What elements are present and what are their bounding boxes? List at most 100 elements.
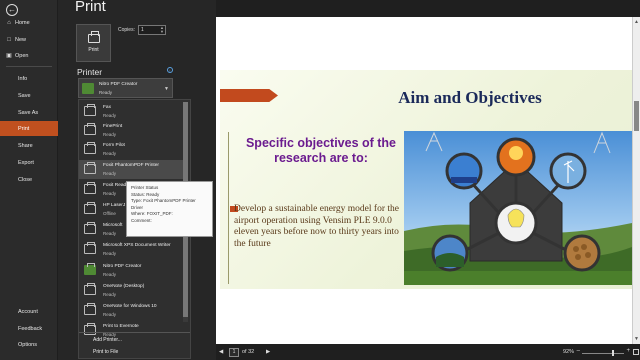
prev-page-icon[interactable]: ◀: [219, 349, 223, 355]
printer-name: Foxit PhantomPDF Printer: [103, 163, 159, 168]
nav-divider: [6, 66, 52, 67]
printer-item[interactable]: Foxit PhantomPDF Printer Ready: [79, 160, 183, 179]
energy-diagram-image: [404, 131, 632, 285]
info-icon[interactable]: i: [167, 67, 173, 73]
print-preview: Aim and Objectives Specific objectives o…: [216, 0, 640, 360]
print-button-label: Print: [88, 46, 99, 53]
printer-item[interactable]: Fax Ready: [79, 102, 183, 121]
printer-name: Form Pilot: [103, 143, 125, 148]
copies-stepper[interactable]: 1 ▲ ▼: [138, 25, 166, 35]
printer-item[interactable]: OneNote for Windows 10 Ready: [79, 301, 183, 320]
printer-name: Print to Evernote: [103, 324, 139, 329]
nav-save-label: Save: [18, 92, 31, 99]
fit-to-page-icon[interactable]: [633, 349, 639, 355]
printer-icon: [84, 182, 96, 194]
accent-line: [228, 132, 229, 284]
fax-icon: [84, 104, 96, 116]
nav-info[interactable]: Info: [0, 71, 58, 86]
slide-subtitle: Specific objectives of the research are …: [245, 136, 397, 165]
zoom-slider-thumb[interactable]: [612, 350, 614, 356]
tooltip-line: Type: Foxit PhantomPDF Printer: [131, 198, 196, 204]
scroll-down-icon[interactable]: ▼: [634, 336, 639, 342]
nav-account[interactable]: Account: [0, 304, 58, 319]
selected-printer-status: Ready: [99, 90, 113, 95]
nav-home-label: Home: [15, 19, 30, 26]
nav-open-label: Open: [15, 52, 29, 59]
nav-print-label: Print: [18, 125, 30, 132]
nav-account-label: Account: [18, 308, 38, 315]
nav-share[interactable]: Share: [0, 138, 58, 153]
zoom-slider[interactable]: [582, 353, 624, 354]
preview-scrollbar[interactable]: ▲ ▼: [632, 17, 640, 344]
stepper-arrows-icon[interactable]: ▲ ▼: [160, 26, 164, 34]
nav-new-label: New: [15, 36, 27, 43]
nav-save-as-label: Save As: [18, 109, 39, 116]
printer-icon: [84, 263, 96, 275]
printer-status: Ready: [103, 132, 117, 137]
zoom-out-icon[interactable]: –: [577, 348, 580, 354]
selected-printer-name: Nitro PDF Creator: [99, 82, 138, 87]
printer-select[interactable]: Nitro PDF Creator Ready ▼: [78, 78, 173, 98]
printer-status: Ready: [103, 312, 117, 317]
nav-save[interactable]: Save: [0, 88, 58, 103]
printer-name: OneNote for Windows 10: [103, 304, 157, 309]
nav-save-as[interactable]: Save As: [0, 105, 58, 120]
preview-page: Aim and Objectives Specific objectives o…: [216, 17, 640, 344]
page-title: Print: [75, 0, 106, 15]
printer-heading: Printer: [77, 67, 103, 77]
nav-home[interactable]: ⌂ Home: [0, 15, 58, 30]
tooltip-line: Driver: [131, 204, 143, 210]
page-navigator: ◀ 1 of 32 ▶ 92% – +: [216, 346, 640, 360]
print-to-file-option[interactable]: Print to File: [93, 349, 118, 355]
printer-item[interactable]: Microsoft XPS Document Writer Ready: [79, 240, 183, 259]
printer-icon: [84, 303, 96, 315]
printer-status: Ready: [103, 171, 117, 176]
printer-icon: [84, 123, 96, 135]
printer-item[interactable]: OneNote (Desktop) Ready: [79, 281, 183, 300]
zoom-level: 92%: [562, 349, 574, 355]
printer-icon: [84, 202, 96, 214]
printer-status: Ready: [103, 272, 117, 277]
slide-title: Aim and Objectives: [398, 88, 542, 107]
nav-export[interactable]: Export: [0, 155, 58, 170]
backstage-nav: ← ⌂ Home □ New ▣ Open Info Save Save As …: [0, 0, 58, 360]
printer-item[interactable]: Nitro PDF Creator Ready: [79, 261, 183, 280]
printer-item[interactable]: Form Pilot Ready: [79, 140, 183, 159]
nav-close-label: Close: [18, 176, 33, 183]
nav-new[interactable]: □ New: [0, 32, 58, 47]
copies-value: 1: [141, 27, 144, 33]
nav-print[interactable]: Print: [0, 121, 58, 136]
printer-name: OneNote (Desktop): [103, 284, 145, 289]
printer-status-tooltip: Printer Status Status: Ready Type: Foxit…: [126, 181, 213, 237]
scroll-up-icon[interactable]: ▲: [634, 19, 639, 25]
nav-options-label: Options: [18, 341, 37, 348]
printer-status: Ready: [103, 191, 117, 196]
page-number-input[interactable]: 1: [229, 348, 239, 357]
printer-status: Ready: [103, 151, 117, 156]
printer-icon: [84, 162, 96, 174]
nav-options[interactable]: Options: [0, 337, 58, 352]
printer-icon: [84, 283, 96, 295]
slide-preview: Aim and Objectives Specific objectives o…: [220, 70, 636, 289]
zoom-in-icon[interactable]: +: [626, 348, 630, 354]
nav-open[interactable]: ▣ Open: [0, 48, 58, 63]
nav-close[interactable]: Close: [0, 172, 58, 187]
add-printer-link[interactable]: Add Printer...: [93, 337, 122, 343]
new-doc-icon: □: [7, 36, 11, 43]
printer-icon: [84, 323, 96, 335]
printer-icon: [84, 222, 96, 234]
printer-item[interactable]: FinePrint Ready: [79, 121, 183, 140]
printer-name: Nitro PDF Creator: [103, 264, 142, 269]
tooltip-line: Where: FOXIT_PDF:: [131, 211, 173, 217]
print-backstage: ← ⌂ Home □ New ▣ Open Info Save Save As …: [0, 0, 640, 360]
printer-status: Ready: [103, 113, 117, 118]
printer-status: Ready: [103, 251, 117, 256]
next-page-icon[interactable]: ▶: [266, 349, 270, 355]
page-count: of 32: [242, 349, 255, 355]
chevron-down-icon: ▼: [164, 86, 169, 92]
nav-feedback[interactable]: Feedback: [0, 321, 58, 336]
tooltip-title: Printer Status: [131, 185, 159, 190]
printer-icon: [82, 83, 94, 94]
scrollbar-thumb[interactable]: [634, 101, 639, 131]
print-button[interactable]: Print: [76, 24, 111, 62]
